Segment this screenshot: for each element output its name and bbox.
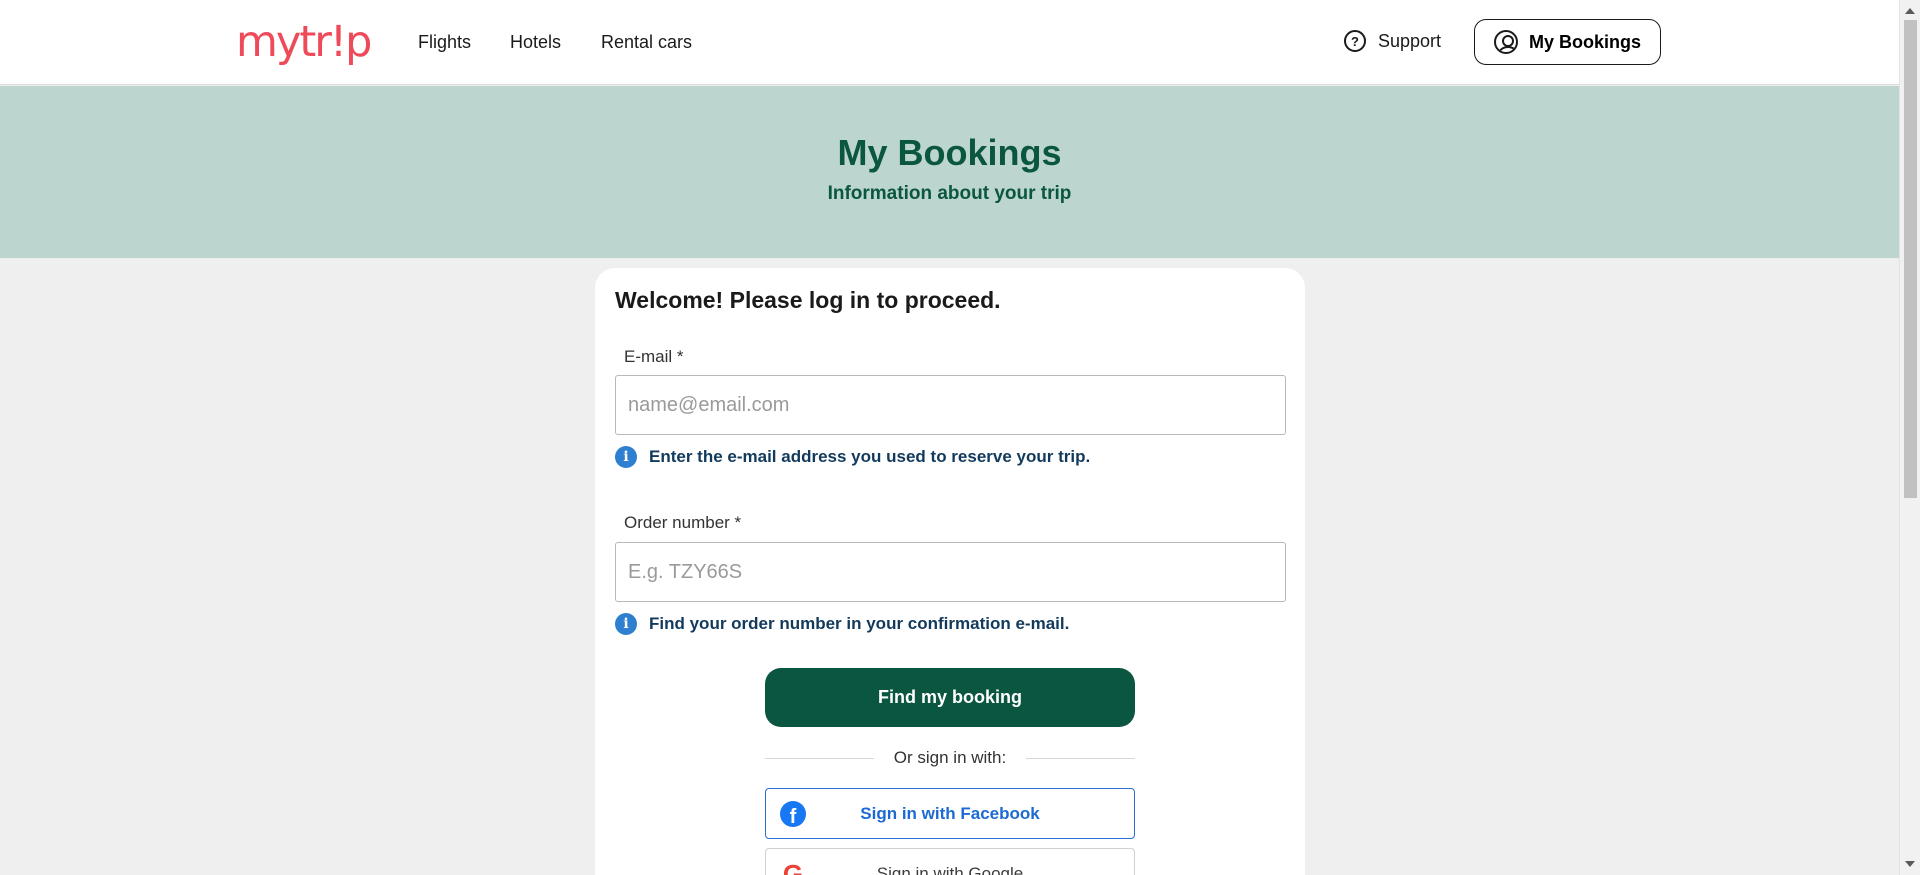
facebook-sign-in-label: Sign in with Facebook — [860, 803, 1040, 823]
mytrip-logo[interactable]: mytr!p — [236, 16, 372, 68]
support-label: Support — [1378, 30, 1442, 51]
email-hint-text: Enter the e-mail address you used to res… — [649, 447, 1091, 466]
email-label: E-mail * — [624, 347, 684, 366]
scroll-up-icon[interactable] — [1905, 8, 1915, 14]
sign-in-divider: Or sign in with: — [765, 748, 1135, 768]
welcome-heading: Welcome! Please log in to proceed. — [615, 287, 1001, 313]
top-header: mytr!p Flights Hotels Rental cars ? Supp… — [0, 0, 1899, 85]
divider-text: Or sign in with: — [893, 748, 1007, 767]
divider-line — [765, 757, 874, 759]
order-number-field[interactable] — [615, 542, 1286, 602]
page-subtitle: Information about your trip — [827, 183, 1072, 204]
scroll-down-icon[interactable] — [1905, 861, 1915, 867]
facebook-sign-in-button[interactable]: f Sign in with Facebook — [765, 788, 1135, 839]
nav-hotels[interactable]: Hotels — [510, 31, 561, 53]
question-circle-icon: ? — [1344, 30, 1366, 52]
hero-banner: My Bookings Information about your trip — [0, 86, 1899, 258]
find-booking-button[interactable]: Find my booking — [765, 668, 1135, 727]
divider-line — [1026, 757, 1135, 759]
nav-rental-cars[interactable]: Rental cars — [601, 31, 692, 53]
order-number-label: Order number * — [624, 513, 742, 532]
email-hint: i Enter the e-mail address you used to r… — [615, 446, 1090, 468]
info-icon: i — [615, 446, 637, 468]
my-bookings-button[interactable]: My Bookings — [1474, 19, 1661, 65]
user-circle-icon — [1493, 30, 1518, 54]
facebook-icon: f — [780, 801, 806, 827]
info-icon: i — [615, 613, 637, 635]
page-scrollbar[interactable] — [1899, 0, 1920, 875]
login-card: Welcome! Please log in to proceed. E-mai… — [595, 268, 1305, 875]
google-sign-in-button[interactable]: G Sign in with Google — [765, 848, 1135, 875]
order-number-hint: i Find your order number in your confirm… — [615, 613, 1069, 635]
scroll-thumb[interactable] — [1904, 20, 1917, 498]
order-number-hint-text: Find your order number in your confirmat… — [649, 614, 1070, 633]
my-bookings-label: My Bookings — [1528, 31, 1641, 52]
google-sign-in-label: Sign in with Google — [876, 863, 1024, 875]
email-field[interactable] — [615, 375, 1286, 435]
support-link[interactable]: ? Support — [1344, 30, 1441, 52]
page-title: My Bookings — [837, 132, 1062, 173]
google-icon: G — [782, 859, 804, 875]
nav-flights[interactable]: Flights — [418, 31, 471, 53]
